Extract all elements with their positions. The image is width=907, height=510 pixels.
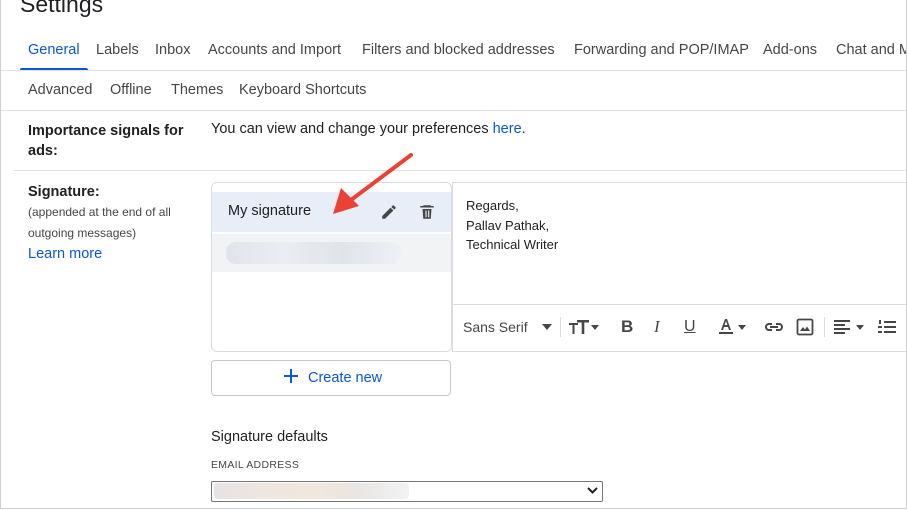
signature-label: Signature:	[28, 184, 100, 200]
tab-add-ons[interactable]: Add-ons	[763, 42, 817, 58]
importance-here-link[interactable]: here	[493, 121, 522, 137]
importance-label-line2: ads:	[28, 143, 58, 159]
editor-toolbar: Sans Serif B I U	[453, 304, 906, 351]
italic-icon[interactable]: I	[654, 317, 660, 337]
chevron-down-icon	[587, 487, 598, 494]
signature-editor-text[interactable]: Regards, Pallav Pathak, Technical Writer	[466, 196, 558, 255]
font-family-select[interactable]: Sans Serif	[463, 317, 552, 337]
signature-defaults-title: Signature defaults	[211, 429, 328, 445]
signature-sub-line1: (appended at the end of all	[28, 205, 171, 219]
align-icon[interactable]	[834, 317, 866, 337]
toolbar-separator	[560, 317, 561, 337]
tab-inbox[interactable]: Inbox	[155, 42, 190, 58]
editor-line-2: Pallav Pathak,	[466, 217, 550, 233]
blurred-content	[226, 242, 401, 264]
link-icon[interactable]	[764, 317, 784, 337]
section-divider	[13, 170, 906, 171]
tab-labels[interactable]: Labels	[96, 42, 139, 58]
create-new-button[interactable]: Create new	[211, 360, 451, 396]
importance-text-trail: .	[521, 121, 526, 137]
importance-label-line1: Importance signals for	[28, 123, 184, 139]
font-size-icon[interactable]	[569, 317, 599, 337]
bold-icon[interactable]: B	[621, 317, 633, 337]
tab-keyboard-shortcuts[interactable]: Keyboard Shortcuts	[239, 82, 366, 98]
tab-chat[interactable]: Chat and M	[836, 42, 906, 58]
tab-themes[interactable]: Themes	[171, 82, 223, 98]
create-new-label: Create new	[308, 370, 383, 386]
font-dropdown-caret-icon	[541, 324, 552, 330]
tab-general[interactable]: General	[28, 42, 80, 58]
tabs-bottom-divider	[1, 110, 906, 111]
importance-text: You can view and change your preferences…	[211, 121, 526, 137]
tab-accounts-and-import[interactable]: Accounts and Import	[208, 42, 341, 58]
email-address-select[interactable]	[211, 481, 603, 502]
page-title: Settings	[20, 0, 104, 17]
tab-filters[interactable]: Filters and blocked addresses	[362, 42, 555, 58]
signature-sub-line2: outgoing messages)	[28, 226, 137, 240]
underline-icon[interactable]: U	[684, 317, 696, 337]
plus-icon	[284, 369, 298, 383]
tabs-divider	[1, 70, 906, 71]
signature-item-blurred[interactable]	[212, 234, 451, 272]
tab-forwarding[interactable]: Forwarding and POP/IMAP	[574, 42, 749, 58]
font-family-label: Sans Serif	[463, 319, 528, 335]
signature-item-name: My signature	[228, 203, 312, 219]
tab-advanced[interactable]: Advanced	[28, 82, 93, 98]
editor-line-1: Regards,	[466, 198, 519, 213]
numbered-list-icon[interactable]	[878, 317, 896, 337]
importance-label: Importance signals for ads:	[28, 121, 184, 161]
annotation-arrow	[333, 153, 413, 214]
settings-window: Settings General Labels Inbox Accounts a…	[0, 0, 907, 509]
signature-editor[interactable]: Regards, Pallav Pathak, Technical Writer…	[452, 182, 906, 352]
email-address-label: EMAIL ADDRESS	[211, 459, 300, 471]
blurred-email	[214, 483, 409, 499]
toolbar-separator-2	[824, 317, 825, 337]
learn-more-link[interactable]: Learn more	[28, 244, 102, 264]
image-icon[interactable]	[796, 317, 814, 337]
tab-offline[interactable]: Offline	[110, 82, 152, 98]
importance-text-body: You can view and change your preferences	[211, 121, 493, 137]
signature-sub: (appended at the end of all outgoing mes…	[28, 202, 171, 244]
editor-line-3: Technical Writer	[466, 237, 559, 252]
text-color-icon[interactable]	[716, 317, 746, 337]
